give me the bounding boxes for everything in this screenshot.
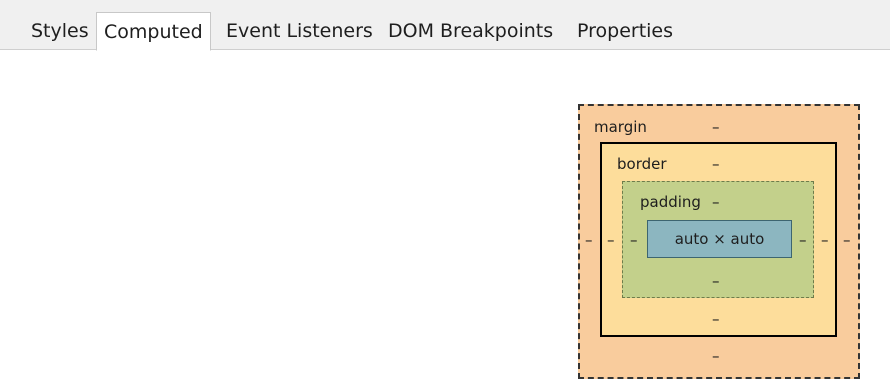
padding-label: padding: [640, 193, 701, 211]
content-size-value[interactable]: auto × auto: [675, 230, 765, 248]
margin-bottom-value[interactable]: –: [712, 347, 720, 365]
tab-styles[interactable]: Styles: [31, 12, 89, 50]
border-left-value[interactable]: –: [607, 231, 615, 249]
border-top-value[interactable]: –: [712, 155, 720, 173]
padding-right-value[interactable]: –: [799, 231, 807, 249]
tab-dom-breakpoints[interactable]: DOM Breakpoints: [388, 12, 553, 50]
padding-bottom-value[interactable]: –: [712, 272, 720, 290]
margin-top-value[interactable]: –: [712, 118, 720, 136]
devtools-tab-bar: Styles Computed Event Listeners DOM Brea…: [0, 0, 890, 51]
padding-top-value[interactable]: –: [712, 193, 720, 211]
margin-left-value[interactable]: –: [585, 231, 593, 249]
border-right-value[interactable]: –: [821, 231, 829, 249]
content-box[interactable]: auto × auto: [647, 220, 792, 258]
tab-event-listeners[interactable]: Event Listeners: [226, 12, 373, 50]
margin-right-value[interactable]: –: [843, 231, 851, 249]
border-bottom-value[interactable]: –: [712, 310, 720, 328]
tab-properties[interactable]: Properties: [577, 12, 673, 50]
padding-left-value[interactable]: –: [630, 231, 638, 249]
border-label: border: [617, 155, 667, 173]
margin-label: margin: [594, 118, 647, 136]
tab-computed[interactable]: Computed: [96, 12, 211, 51]
